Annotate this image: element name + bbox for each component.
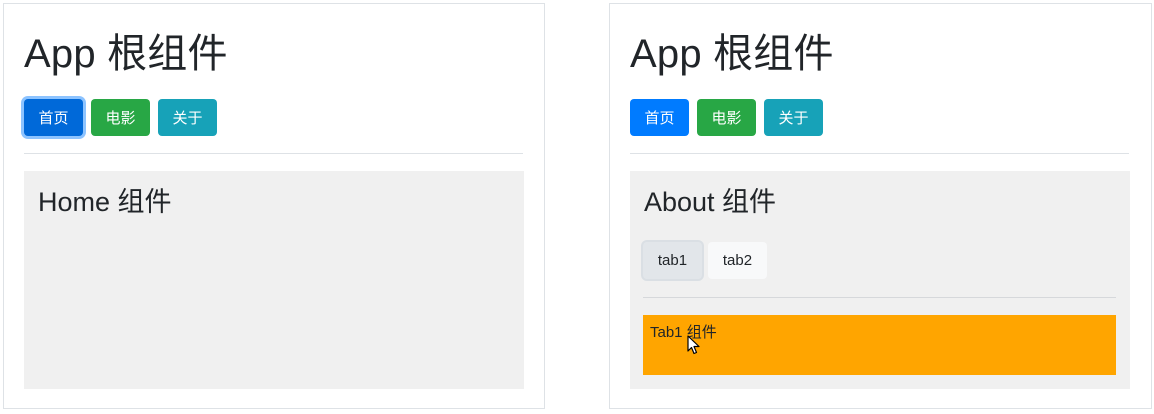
about-button[interactable]: 关于 — [158, 99, 217, 136]
app-title: App 根组件 — [24, 32, 228, 76]
nav-bar: 首页 电影 关于 — [630, 99, 823, 136]
tab1-component: Tab1 组件 — [643, 315, 1116, 375]
movie-button[interactable]: 电影 — [91, 99, 150, 136]
tab-content-text: Tab1 组件 — [650, 324, 717, 341]
tab-bar: tab1 tab2 — [643, 242, 767, 279]
about-component: About 组件 tab1 tab2 Tab1 组件 — [630, 171, 1130, 389]
home-component: Home 组件 — [24, 171, 524, 389]
mouse-pointer-icon — [687, 335, 700, 355]
tab-tab2[interactable]: tab2 — [708, 242, 767, 279]
app-panel-left: App 根组件 首页 电影 关于 Home 组件 — [3, 3, 545, 409]
tab-divider — [643, 297, 1116, 298]
nav-bar: 首页 电影 关于 — [24, 99, 217, 136]
home-button[interactable]: 首页 — [24, 99, 83, 136]
about-button[interactable]: 关于 — [764, 99, 823, 136]
component-title: Home 组件 — [38, 187, 172, 217]
component-title: About 组件 — [644, 187, 777, 217]
app-panel-right: App 根组件 首页 电影 关于 About 组件 tab1 tab2 Tab1… — [609, 3, 1152, 409]
divider — [24, 153, 523, 154]
app-title: App 根组件 — [630, 32, 834, 76]
home-button[interactable]: 首页 — [630, 99, 689, 136]
tab-tab1[interactable]: tab1 — [643, 242, 702, 279]
movie-button[interactable]: 电影 — [697, 99, 756, 136]
divider — [630, 153, 1129, 154]
